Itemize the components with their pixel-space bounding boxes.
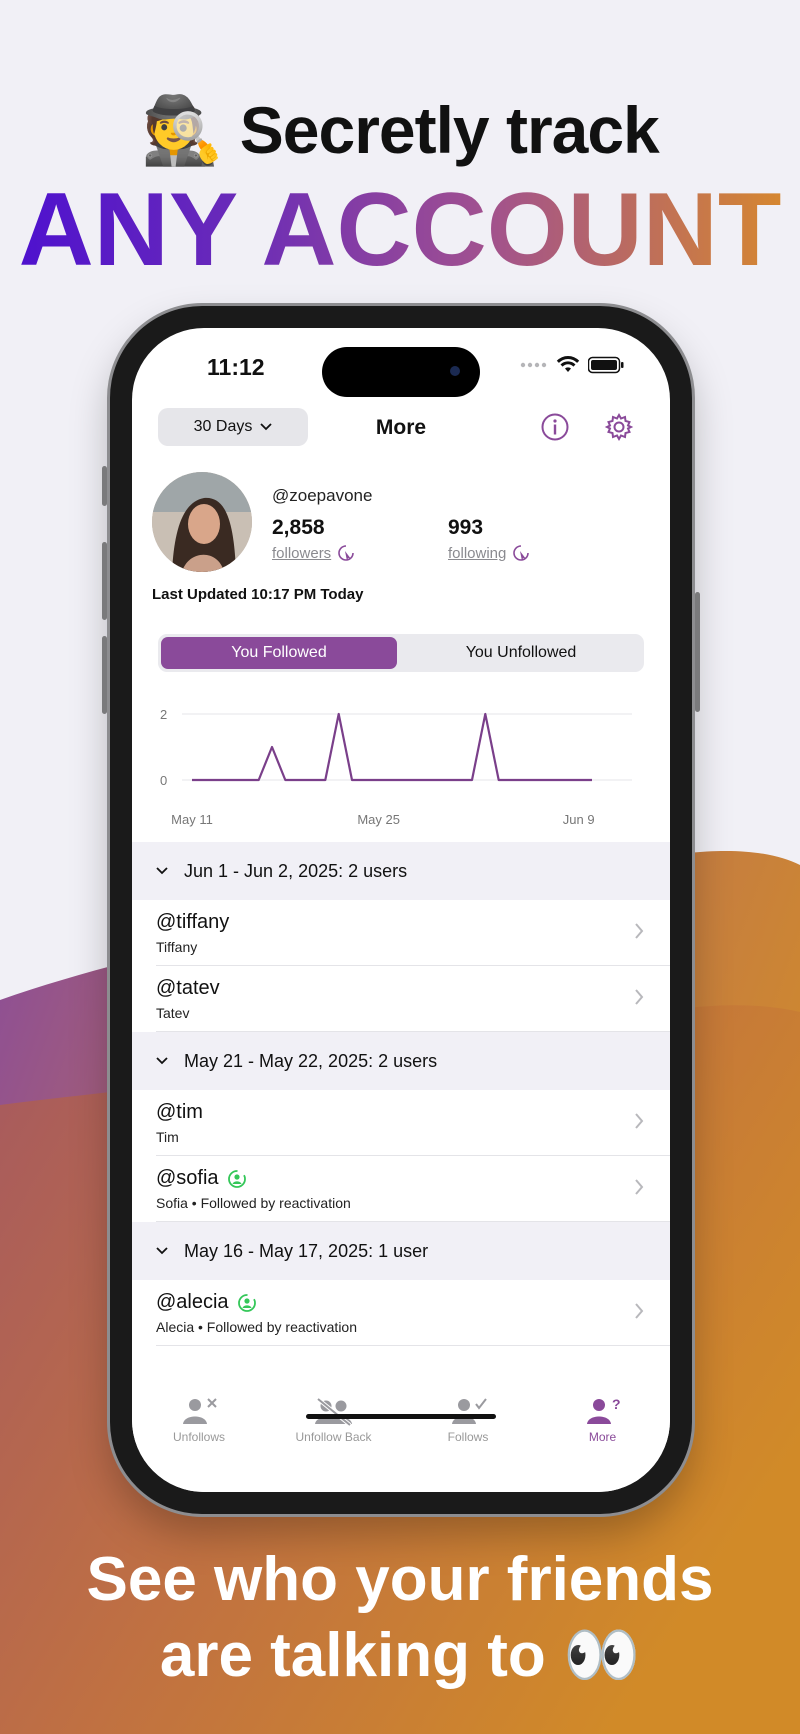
group-header[interactable]: Jun 1 - Jun 2, 2025: 2 users	[132, 842, 670, 900]
y-tick-label: 2	[160, 707, 167, 722]
user-subtitle: Sofia • Followed by reactivation	[156, 1195, 351, 1211]
person-x-icon	[132, 1394, 266, 1426]
spy-emoji: 🕵️	[141, 93, 223, 167]
tab-label: Unfollows	[172, 1430, 226, 1444]
chevron-right-icon	[634, 922, 644, 945]
user-subtitle: Tatev	[156, 1005, 190, 1021]
segment-control: You Followed You Unfollowed	[158, 634, 644, 672]
group-header-label: May 16 - May 17, 2025: 1 user	[184, 1240, 429, 1261]
app-screen: 11:12 30 Days More @zoepavone 2,858 foll…	[132, 328, 670, 1492]
user-handle: @tiffany	[156, 911, 230, 933]
user-handle-wrap: @tatev	[156, 977, 220, 1000]
svg-text:?: ?	[612, 1396, 621, 1412]
reactivation-badge-icon	[237, 1293, 257, 1313]
chevron-down-icon	[156, 1247, 168, 1255]
followers-link[interactable]: followers	[272, 544, 355, 562]
tab-you-followed[interactable]: You Followed	[161, 637, 397, 669]
footer-line-2: are talking to 👀	[0, 1618, 800, 1694]
user-subtitle: Tiffany	[156, 939, 198, 955]
reactivation-badge-icon	[227, 1169, 247, 1189]
volume-down-button	[102, 636, 107, 714]
status-icons	[520, 356, 624, 374]
group-header[interactable]: May 16 - May 17, 2025: 1 user	[132, 1222, 670, 1280]
followers-label: followers	[272, 544, 332, 562]
list-item[interactable]: @alecia Alecia • Followed by reactivation	[132, 1280, 670, 1346]
tab-unfollows[interactable]: Unfollows	[132, 1394, 266, 1444]
headline-text: Secretly track	[239, 93, 660, 167]
chart-series-line	[192, 712, 592, 782]
following-count: 993	[448, 516, 484, 539]
wifi-icon	[556, 356, 580, 372]
list-item[interactable]: @tiffany Tiffany	[132, 900, 670, 966]
tab-unfollow-back[interactable]: Unfollow Back	[267, 1394, 401, 1444]
list-item[interactable]: @tatev Tatev	[132, 966, 670, 1032]
chevron-down-icon	[156, 1057, 168, 1065]
volume-up-button	[102, 542, 107, 620]
phone-frame: 11:12 30 Days More @zoepavone 2,858 foll…	[102, 306, 700, 1514]
chevron-right-icon	[634, 1178, 644, 1201]
footer-line-1: See who your friends	[86, 1545, 714, 1614]
power-button	[695, 592, 700, 712]
tab-follows[interactable]: Follows	[401, 1394, 535, 1444]
person-check-icon	[401, 1394, 535, 1426]
list-item[interactable]: @sofia Sofia • Followed by reactivation	[132, 1156, 670, 1222]
footer-line-2-text: are talking to	[159, 1621, 546, 1690]
x-tick-label: May 11	[171, 812, 213, 827]
user-handle: @tim	[156, 1101, 203, 1123]
user-handle-wrap: @sofia	[156, 1167, 247, 1190]
home-indicator	[306, 1414, 496, 1419]
tab-label: More	[588, 1430, 617, 1444]
user-handle: @sofia	[156, 1167, 219, 1189]
follows-chart: 2 0 May 11 May 25 Jun 9	[160, 707, 632, 827]
cellular-icon	[520, 362, 547, 368]
tap-cursor-icon	[513, 545, 530, 561]
x-tick-label: Jun 9	[563, 812, 595, 827]
user-handle-wrap: @alecia	[156, 1291, 257, 1314]
page-title: More	[375, 416, 427, 439]
user-handle-wrap: @tiffany	[156, 911, 229, 934]
list-item[interactable]: @tim Tim	[132, 1090, 670, 1156]
user-list: Jun 1 - Jun 2, 2025: 2 users @tiffany Tiff…	[132, 842, 670, 1346]
following-label: following	[448, 544, 507, 562]
user-handle-wrap: @tim	[156, 1101, 203, 1124]
chevron-right-icon	[634, 1112, 644, 1135]
last-updated: Last Updated 10:17 PM Today	[152, 586, 364, 603]
tab-you-unfollowed[interactable]: You Unfollowed	[402, 637, 640, 669]
x-tick-label: May 25	[357, 812, 400, 827]
group-header-label: May 21 - May 22, 2025: 2 users	[184, 1050, 438, 1071]
tab-label: Follows	[447, 1430, 489, 1444]
group-header[interactable]: May 21 - May 22, 2025: 2 users	[132, 1032, 670, 1090]
tab-more[interactable]: ? More	[536, 1394, 670, 1444]
headline-top: 🕵️ Secretly track	[0, 92, 800, 170]
people-slash-icon	[267, 1394, 401, 1426]
user-subtitle: Tim	[156, 1129, 179, 1145]
y-tick-label: 0	[160, 773, 167, 788]
tab-label: Unfollow Back	[295, 1430, 372, 1444]
chevron-right-icon	[634, 988, 644, 1011]
user-subtitle: Alecia • Followed by reactivation	[156, 1319, 357, 1335]
headline-big: ANY ACCOUNT	[0, 178, 800, 282]
user-handle: @alecia	[156, 1291, 229, 1313]
person-question-icon: ?	[536, 1394, 670, 1426]
group-header-label: Jun 1 - Jun 2, 2025: 2 users	[184, 860, 408, 881]
profile-username: @zoepavone	[272, 486, 373, 505]
tab-bar: Unfollows Unfollow Back Follows? More	[132, 1382, 670, 1492]
status-time: 11:12	[207, 354, 265, 380]
chevron-down-icon	[156, 867, 168, 875]
gear-icon[interactable]	[604, 412, 634, 442]
dynamic-island	[322, 347, 480, 397]
silent-switch	[102, 466, 107, 506]
tap-cursor-icon	[338, 545, 354, 561]
eyes-emoji: 👀	[562, 1621, 641, 1690]
info-icon[interactable]	[540, 412, 570, 442]
battery-icon	[588, 356, 624, 374]
followers-count: 2,858	[272, 516, 325, 539]
following-link[interactable]: following	[448, 544, 530, 562]
avatar	[152, 472, 252, 572]
chevron-right-icon	[634, 1302, 644, 1325]
user-handle: @tatev	[156, 977, 220, 999]
